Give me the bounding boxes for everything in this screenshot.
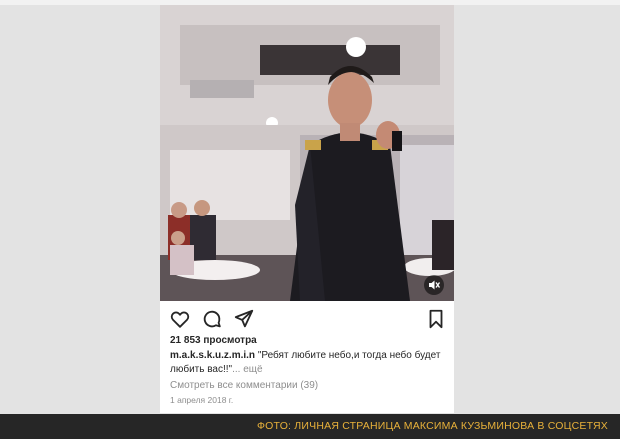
heart-icon[interactable] bbox=[169, 308, 191, 330]
photo-credit-bar: ФОТО: ЛИЧНАЯ СТРАНИЦА МАКСИМА КУЗЬМИНОВА… bbox=[0, 414, 620, 439]
caption-more-link[interactable]: ... ещё bbox=[232, 364, 262, 375]
share-icon[interactable] bbox=[233, 308, 255, 330]
caption-username[interactable]: m.a.k.s.k.u.z.m.i.n bbox=[170, 350, 255, 361]
comment-icon[interactable] bbox=[201, 308, 223, 330]
view-count: 21 853 просмотра bbox=[170, 335, 257, 346]
view-comments-link[interactable]: Смотреть все комментарии (39) bbox=[170, 380, 318, 391]
video-player[interactable] bbox=[160, 5, 454, 301]
post-actions bbox=[160, 305, 454, 331]
mute-icon[interactable] bbox=[424, 275, 444, 295]
post-date: 1 апреля 2018 г. bbox=[170, 395, 234, 405]
instagram-post: 21 853 просмотра m.a.k.s.k.u.z.m.i.n "Ре… bbox=[160, 5, 454, 413]
bookmark-icon[interactable] bbox=[425, 308, 447, 330]
photo-credit: ФОТО: ЛИЧНАЯ СТРАНИЦА МАКСИМА КУЗЬМИНОВА… bbox=[257, 420, 608, 432]
post-caption: m.a.k.s.k.u.z.m.i.n "Ребят любите небо,и… bbox=[170, 349, 446, 377]
video-frame-image bbox=[160, 5, 454, 301]
